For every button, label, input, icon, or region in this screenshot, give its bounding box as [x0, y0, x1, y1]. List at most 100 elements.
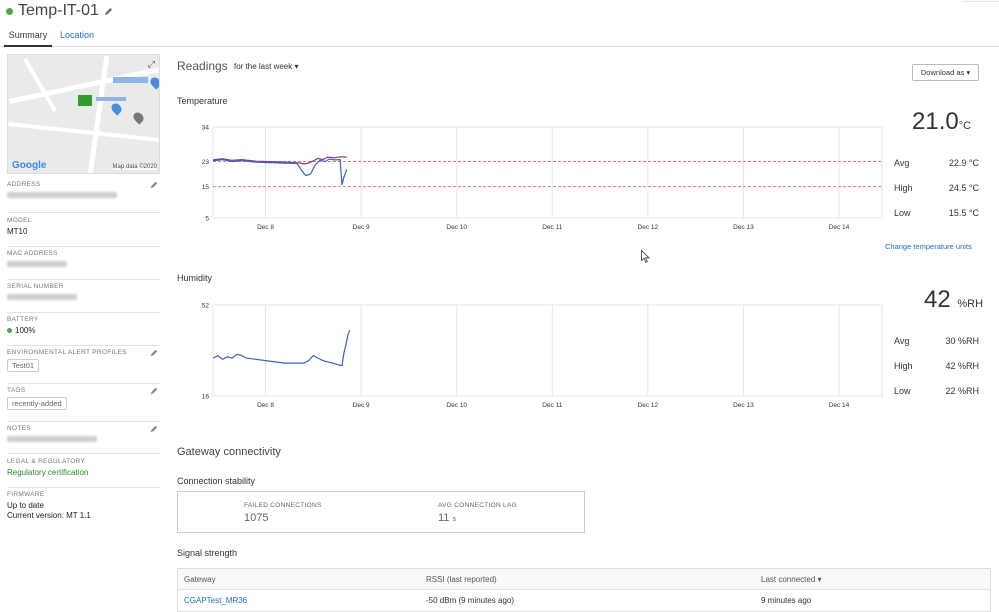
- caret-down-icon: ▾: [294, 62, 299, 71]
- battery-label: BATTERY: [7, 316, 39, 323]
- temperature-x-tick-label: Dec 14: [829, 224, 850, 231]
- edit-address-icon[interactable]: [150, 181, 158, 189]
- notes-section: NOTES: [7, 422, 160, 454]
- humidity-x-tick-label: Dec 8: [257, 402, 274, 409]
- legal-label: LEGAL & REGULATORY: [7, 458, 86, 465]
- connection-stability-box: FAILED CONNECTIONS 1075 AVG CONNECTION L…: [177, 491, 585, 533]
- humidity-y-tick-label: 16: [202, 394, 210, 401]
- temperature-x-tick-label: Dec 9: [353, 224, 370, 231]
- humidity-x-tick-label: Dec 10: [446, 402, 467, 409]
- humidity-low-label: Low: [894, 386, 911, 396]
- humidity-current-value: 42: [924, 286, 951, 313]
- edit-title-icon[interactable]: [104, 7, 113, 16]
- sidebar: ⤢ Google Map data ©2020 ADDRESS MODEL MT…: [7, 54, 160, 520]
- mac-value-redacted: [7, 261, 67, 267]
- edit-notes-icon[interactable]: [150, 425, 158, 433]
- device-tag[interactable]: recently-added: [7, 397, 67, 410]
- column-rssi[interactable]: RSSI (last reported): [426, 575, 497, 584]
- edit-tags-icon[interactable]: [150, 387, 158, 395]
- location-map[interactable]: ⤢ Google Map data ©2020: [7, 54, 160, 174]
- download-as-button[interactable]: Download as ▾: [912, 64, 979, 81]
- last-connected-value: 9 minutes ago: [761, 596, 812, 605]
- map-pin-icon: [148, 75, 159, 90]
- tab-location[interactable]: Location: [56, 26, 98, 47]
- humidity-x-tick-label: Dec 12: [638, 402, 659, 409]
- avg-connection-lag-label: AVG CONNECTION LAG: [438, 502, 517, 509]
- rssi-value: -50 dBm (9 minutes ago): [426, 596, 515, 605]
- model-label: MODEL: [7, 217, 32, 224]
- humidity-series-line: [212, 330, 351, 367]
- temperature-current: 21.0°C: [912, 108, 971, 136]
- humidity-avg-value: 30 %RH: [945, 336, 979, 346]
- period-dropdown[interactable]: for the last week ▾: [234, 62, 299, 71]
- change-temperature-units-link[interactable]: Change temperature units: [885, 242, 972, 251]
- alert-profile-tag[interactable]: Test01: [7, 359, 40, 372]
- model-section: MODEL MT10: [7, 214, 160, 247]
- column-gateway[interactable]: Gateway: [184, 575, 216, 584]
- tags-label: TAGS: [7, 387, 26, 394]
- firmware-label: FIRMWARE: [7, 491, 45, 498]
- column-last-connected[interactable]: Last connected ▾: [761, 575, 822, 584]
- caret-down-icon: ▾: [966, 68, 971, 77]
- humidity-title: Humidity: [177, 273, 213, 283]
- temperature-current-unit: °C: [958, 120, 972, 132]
- expand-map-icon[interactable]: ⤢: [148, 59, 155, 70]
- google-logo: Google: [12, 160, 47, 171]
- humidity-x-tick-label: Dec 11: [542, 402, 562, 409]
- signal-strength-table: Gateway RSSI (last reported) Last connec…: [177, 568, 991, 612]
- regulatory-certification-link[interactable]: Regulatory certification: [7, 468, 160, 477]
- humidity-x-tick-label: Dec 14: [829, 402, 850, 409]
- humidity-avg-label: Avg: [894, 336, 910, 346]
- temperature-x-tick-label: Dec 13: [733, 224, 754, 231]
- mouse-cursor-icon: [641, 250, 650, 263]
- map-attribution: Map data ©2020: [112, 164, 157, 170]
- top-right-divider: [962, 0, 999, 2]
- humidity-x-tick-label: Dec 13: [733, 402, 754, 409]
- gateway-connectivity-heading: Gateway connectivity: [177, 446, 281, 458]
- temperature-high-label: High: [894, 183, 913, 193]
- temperature-y-tick-label: 5: [205, 216, 209, 223]
- battery-status-dot: [7, 328, 12, 334]
- address-value-redacted: [7, 192, 117, 198]
- temperature-low-value: 15.5 °C: [948, 208, 979, 218]
- period-dropdown-label: for the last week: [234, 62, 293, 71]
- humidity-y-tick-label: 52: [202, 303, 210, 310]
- device-title-row: Temp-IT-01: [6, 1, 113, 21]
- temperature-avg-label: Avg: [894, 158, 910, 168]
- gateway-link[interactable]: CGAPTest_MR36: [184, 596, 247, 605]
- avg-connection-lag: 11 s: [438, 512, 456, 524]
- mac-label: MAC ADDRESS: [7, 250, 58, 257]
- sensor-marker-icon[interactable]: [78, 95, 92, 106]
- model-value: MT10: [7, 227, 28, 236]
- humidity-high-label: High: [894, 361, 913, 371]
- edit-alert-profiles-icon[interactable]: [150, 349, 158, 357]
- temperature-chart[interactable]: Dec 8 Dec 9 Dec 10 Dec 11 Dec 12 Dec 13 Dec 14…: [177, 120, 883, 235]
- tab-bar: Summary Location: [0, 26, 999, 47]
- failed-connections-label: FAILED CONNECTIONS: [244, 502, 322, 509]
- humidity-plot-area: [212, 304, 883, 397]
- temperature-series-line: [212, 158, 348, 186]
- notes-label: NOTES: [7, 425, 31, 432]
- battery-value: 100%: [15, 326, 36, 335]
- temperature-x-tick-label: Dec 8: [257, 224, 274, 231]
- table-header: Gateway RSSI (last reported) Last connec…: [178, 569, 990, 590]
- firmware-section: FIRMWARE Up to date Current version: MT …: [7, 488, 160, 524]
- serial-label: SERIAL NUMBER: [7, 283, 64, 290]
- readings-heading: Readings: [177, 59, 228, 73]
- avg-connection-lag-value: 11: [438, 512, 450, 524]
- failed-connections-value: 1075: [244, 512, 269, 524]
- mac-section: MAC ADDRESS: [7, 247, 160, 280]
- temperature-avg-value: 22.9 °C: [948, 158, 979, 168]
- humidity-chart[interactable]: Dec 8 Dec 9 Dec 10 Dec 11 Dec 12 Dec 13 Dec 14…: [177, 298, 883, 413]
- map-pin-icon: [131, 110, 146, 125]
- temperature-y-tick-label: 23: [202, 159, 210, 166]
- temperature-x-tick-label: Dec 11: [542, 224, 562, 231]
- notes-value-redacted: [7, 436, 97, 442]
- connection-stability-title: Connection stability: [177, 476, 256, 486]
- temperature-y-tick-label: 34: [202, 125, 210, 132]
- temperature-y-tick-label: 15: [202, 184, 210, 191]
- tab-summary[interactable]: Summary: [4, 26, 52, 47]
- humidity-x-tick-label: Dec 9: [353, 402, 370, 409]
- status-dot: [6, 7, 13, 15]
- alert-profiles-label: ENVIRONMENTAL ALERT PROFILES: [7, 349, 127, 356]
